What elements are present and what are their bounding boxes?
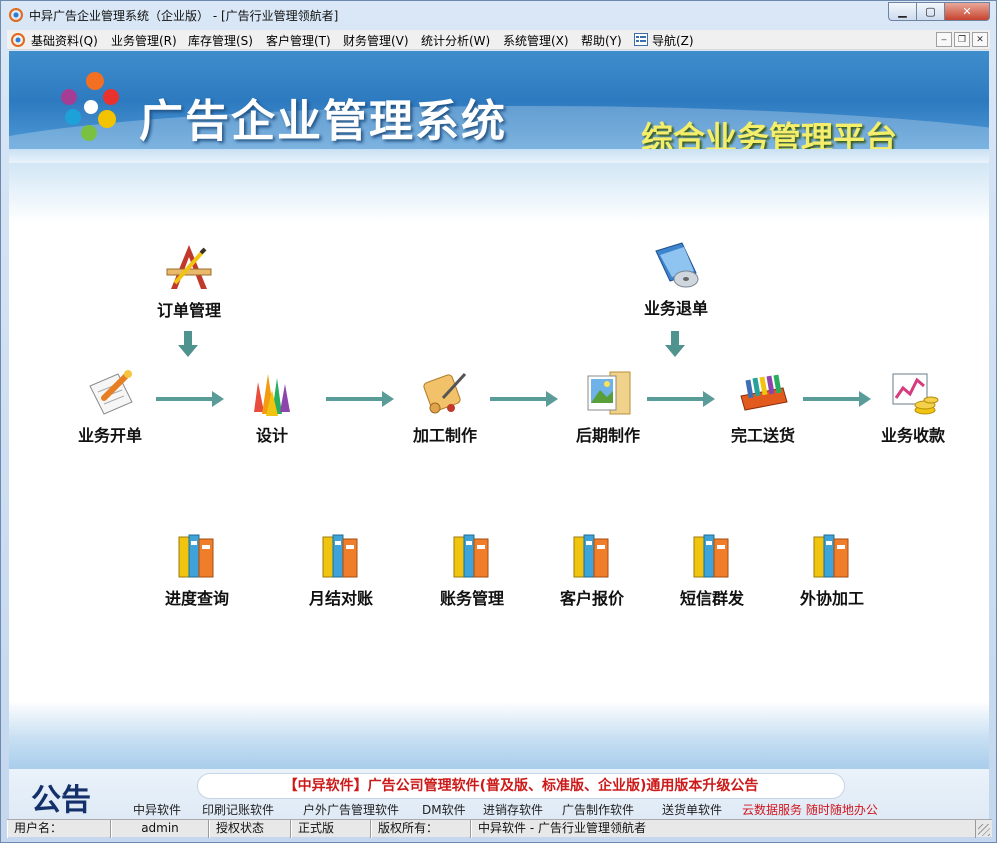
box-files-icon (740, 374, 788, 411)
close-button[interactable]: ✕ (944, 2, 990, 21)
module-label: 进度查询 (164, 589, 229, 608)
window-title: 中异广告企业管理系统（企业版） - [广告行业管理领航者] (29, 9, 339, 23)
books-icon (573, 534, 609, 578)
menu-navigation[interactable]: 导航(Z) (652, 32, 694, 49)
right-arrow-icon (490, 391, 558, 407)
books-icon (813, 534, 849, 578)
resize-grip-icon[interactable] (978, 824, 990, 836)
node-label: 订单管理 (156, 301, 221, 320)
link-print-accounting[interactable]: 印刷记账软件 (202, 801, 274, 818)
right-arrow-icon (803, 391, 871, 407)
status-bar: 用户名： admin 授权状态 正式版 版权所有： 中异软件 - 广告行业管理领… (7, 819, 992, 838)
brand-logo-icon (61, 72, 119, 141)
right-arrow-icon (647, 391, 715, 407)
link-dm[interactable]: DM软件 (422, 801, 466, 818)
status-copyright-value: 中异软件 - 广告行业管理领航者 (471, 820, 976, 838)
menu-help[interactable]: 帮助(Y) (581, 32, 622, 49)
mdi-restore-button[interactable]: ❐ (954, 32, 970, 47)
mdi-minimize-button[interactable]: ‒ (936, 32, 952, 47)
node-label: 设计 (255, 426, 288, 445)
link-zhongyi[interactable]: 中异软件 (133, 801, 181, 818)
node-design[interactable]: 设计 (217, 364, 327, 446)
module-accounts[interactable]: 账务管理 (417, 527, 527, 609)
node-order-management[interactable]: 订单管理 (134, 239, 244, 321)
navigation-panel: 广告企业管理系统 综合业务管理平台 订单管理 业务退单 业务开单 设计 加工制作… (9, 51, 989, 769)
books-icon (178, 534, 214, 578)
module-customer-quote[interactable]: 客户报价 (537, 527, 647, 609)
status-auth-label: 授权状态 (209, 820, 291, 838)
node-post-production[interactable]: 后期制作 (553, 364, 663, 446)
node-label: 业务开单 (77, 426, 142, 445)
picture-folder-icon (587, 371, 631, 415)
link-delivery-note[interactable]: 送货单软件 (662, 801, 722, 818)
node-label: 业务收款 (880, 426, 945, 445)
module-label: 账务管理 (439, 589, 504, 608)
menu-customer[interactable]: 客户管理(T) (266, 32, 331, 49)
minimize-button[interactable]: ▁ (888, 2, 916, 21)
node-label: 加工制作 (412, 426, 477, 445)
down-arrow-icon (665, 331, 685, 357)
crayons-icon (254, 374, 290, 416)
node-collection[interactable]: 业务收款 (858, 364, 968, 446)
window-controls: ▁ ▢ ✕ (888, 2, 990, 21)
status-copyright-label: 版权所有： (371, 820, 471, 838)
down-arrow-icon (178, 331, 198, 357)
node-business-return[interactable]: 业务退单 (621, 237, 731, 319)
module-label: 外协加工 (799, 589, 864, 608)
folder-disc-icon (655, 242, 699, 288)
decorative-wave-top (9, 163, 989, 223)
notice-heading: 公告 (31, 783, 91, 818)
status-auth-value: 正式版 (291, 820, 371, 838)
chart-coins-icon (892, 373, 939, 415)
decorative-wave-bottom (9, 701, 989, 769)
module-outsourcing[interactable]: 外协加工 (777, 527, 887, 609)
right-arrow-icon (156, 391, 224, 407)
menu-finance[interactable]: 财务管理(V) (343, 32, 409, 49)
module-label: 客户报价 (559, 589, 624, 608)
link-inventory[interactable]: 进销存软件 (483, 801, 543, 818)
module-progress-query[interactable]: 进度查询 (142, 527, 252, 609)
status-user-label: 用户名： (7, 820, 111, 838)
notice-headline-link[interactable]: 【中异软件】广告公司管理软件(普及版、标准版、企业版)通用版本升级公告 (197, 773, 845, 799)
books-icon (322, 534, 358, 578)
document-pen-icon (89, 370, 133, 415)
menu-system[interactable]: 系统管理(X) (503, 32, 569, 49)
status-username: admin (111, 820, 209, 838)
books-icon (693, 534, 729, 578)
drafting-tools-icon (166, 245, 212, 289)
menu-bar: 基础资料(Q) 业务管理(R) 库存管理(S) 客户管理(T) 财务管理(V) … (7, 30, 990, 50)
scroll-quill-icon (423, 372, 467, 414)
banner-subtitle: 综合业务管理平台 (641, 119, 898, 157)
mdi-close-button[interactable]: ✕ (972, 32, 988, 47)
node-label: 后期制作 (575, 426, 640, 445)
maximize-button[interactable]: ▢ (916, 2, 944, 21)
menu-basic-data[interactable]: 基础资料(Q) (31, 32, 98, 49)
module-sms-broadcast[interactable]: 短信群发 (657, 527, 767, 609)
app-window: 中异广告企业管理系统（企业版） - [广告行业管理领航者] ▁ ▢ ✕ 基础资料… (0, 0, 997, 843)
node-label: 完工送货 (730, 426, 795, 445)
menu-inventory[interactable]: 库存管理(S) (188, 32, 253, 49)
menu-business[interactable]: 业务管理(R) (111, 32, 177, 49)
menu-app-icon[interactable] (11, 33, 25, 47)
mdi-controls: ‒ ❐ ✕ (936, 32, 988, 47)
node-label: 业务退单 (643, 299, 708, 318)
navigation-icon (634, 33, 648, 46)
node-processing[interactable]: 加工制作 (390, 364, 500, 446)
link-cloud-service[interactable]: 云数据服务 随时随地办公 (742, 801, 878, 818)
node-delivery[interactable]: 完工送货 (708, 364, 818, 446)
books-icon (453, 534, 489, 578)
module-label: 短信群发 (679, 589, 744, 608)
notice-panel: 公告 【中异软件】广告公司管理软件(普及版、标准版、企业版)通用版本升级公告 中… (9, 769, 989, 819)
app-logo-icon (9, 8, 23, 22)
link-ad-production[interactable]: 广告制作软件 (562, 801, 634, 818)
right-arrow-icon (326, 391, 394, 407)
module-monthly-reconcile[interactable]: 月结对账 (286, 527, 396, 609)
banner-title: 广告企业管理系统 (139, 96, 507, 147)
module-label: 月结对账 (308, 589, 373, 608)
node-business-open[interactable]: 业务开单 (55, 364, 165, 446)
link-outdoor-ad[interactable]: 户外广告管理软件 (303, 801, 399, 818)
banner: 广告企业管理系统 综合业务管理平台 (9, 51, 989, 163)
menu-statistics[interactable]: 统计分析(W) (421, 32, 490, 49)
title-bar: 中异广告企业管理系统（企业版） - [广告行业管理领航者] ▁ ▢ ✕ (1, 1, 996, 29)
